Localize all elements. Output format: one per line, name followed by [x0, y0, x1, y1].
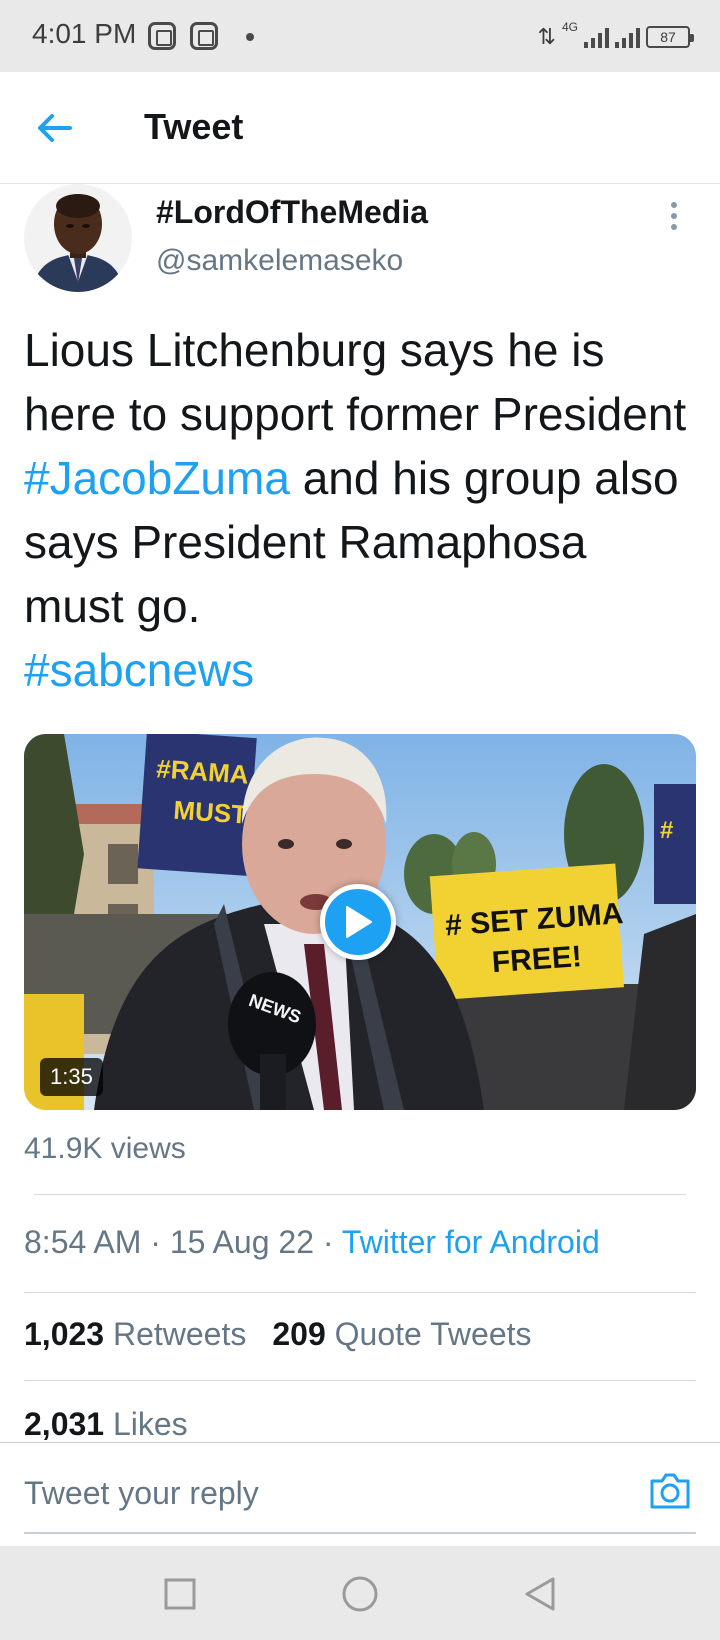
likes-label: Likes: [104, 1406, 188, 1442]
divider: [24, 1292, 696, 1293]
back-nav-button[interactable]: [518, 1572, 562, 1616]
camera-button[interactable]: [648, 1471, 692, 1511]
recents-button[interactable]: [158, 1572, 202, 1616]
tweet-text: Lious Litchenburg says he is here to sup…: [24, 318, 696, 702]
page-title: Tweet: [144, 106, 244, 147]
retweets-label: Retweets: [104, 1316, 247, 1352]
signal-icon: [615, 26, 640, 48]
data-transfer-icon: ⇅: [537, 24, 556, 49]
reply-bar: Tweet your reply: [0, 1442, 720, 1546]
status-indicators: ⇅ 4G 87: [537, 20, 694, 52]
more-options-button[interactable]: [662, 198, 686, 234]
quote-tweets-count: 209: [272, 1316, 326, 1352]
recents-square-icon: [164, 1578, 196, 1610]
view-count: 41.9K views: [24, 1132, 186, 1165]
tweet-metadata: 8:54 AM · 15 Aug 22 · Twitter for Androi…: [24, 1224, 600, 1261]
reply-underline: [24, 1532, 696, 1534]
likes-count: 2,031: [24, 1406, 105, 1442]
network-type: 4G: [561, 20, 578, 34]
home-button[interactable]: [338, 1572, 382, 1616]
hashtag-link[interactable]: #JacobZuma: [24, 452, 290, 504]
play-icon: [346, 906, 372, 938]
camera-icon: [650, 1473, 690, 1509]
play-button[interactable]: [320, 884, 396, 960]
reply-input[interactable]: Tweet your reply: [24, 1475, 259, 1512]
back-button[interactable]: [30, 104, 78, 152]
status-time: 4:01 PM: [32, 18, 137, 49]
status-bar: 4:01 PM ⇅ 4G 87: [0, 0, 720, 72]
display-name[interactable]: #LordOfTheMedia: [156, 194, 428, 231]
divider: [34, 1194, 686, 1195]
quote-tweets-link[interactable]: 209 Quote Tweets: [272, 1316, 531, 1352]
divider: [24, 1380, 696, 1381]
user-handle[interactable]: @samkelemaseko: [156, 244, 403, 278]
engagement-stats: 1,023 Retweets 209 Quote Tweets: [24, 1316, 532, 1353]
hashtag-link[interactable]: #sabcnews: [24, 644, 254, 696]
avatar-image: [24, 184, 132, 292]
more-dot: [671, 224, 677, 230]
battery-icon: 87: [646, 26, 694, 48]
sign-left-text: MUST: [173, 795, 249, 830]
video-player[interactable]: #RAMA MUST # SET ZUMA FREE! # NEWS 1:35: [24, 734, 696, 1110]
back-triangle-icon: [525, 1577, 555, 1611]
more-notifications-dot-icon: [246, 33, 254, 41]
sign-right-line2: FREE!: [491, 940, 583, 979]
likes-link[interactable]: 2,031 Likes: [24, 1406, 188, 1443]
top-app-bar: Tweet: [0, 72, 720, 184]
gallery-notification-icon: [148, 22, 176, 50]
more-dot: [671, 213, 677, 219]
tweet-source-link[interactable]: Twitter for Android: [342, 1224, 600, 1260]
more-dot: [671, 202, 677, 208]
video-duration: 1:35: [40, 1058, 103, 1096]
tweet-time: 8:54 AM: [24, 1224, 142, 1260]
tweet-author: #LordOfTheMedia @samkelemaseko: [24, 184, 696, 292]
gallery-notification-icon: [190, 22, 218, 50]
tweet-text-part: Lious Litchenburg says he is here to sup…: [24, 324, 687, 440]
meta-separator: ·: [313, 1224, 342, 1260]
battery-level: 87: [660, 29, 676, 45]
retweets-link[interactable]: 1,023 Retweets: [24, 1316, 246, 1352]
avatar[interactable]: [24, 184, 132, 292]
system-navigation-bar: [0, 1546, 720, 1640]
quote-tweets-label: Quote Tweets: [325, 1316, 532, 1352]
sign-edge-text: #: [660, 817, 673, 844]
meta-separator: ·: [141, 1224, 170, 1260]
arrow-left-icon: [38, 114, 72, 142]
retweets-count: 1,023: [24, 1316, 105, 1352]
tweet-date: 15 Aug 22: [169, 1224, 314, 1260]
signal-icon: [584, 26, 609, 48]
home-circle-icon: [342, 1576, 378, 1612]
